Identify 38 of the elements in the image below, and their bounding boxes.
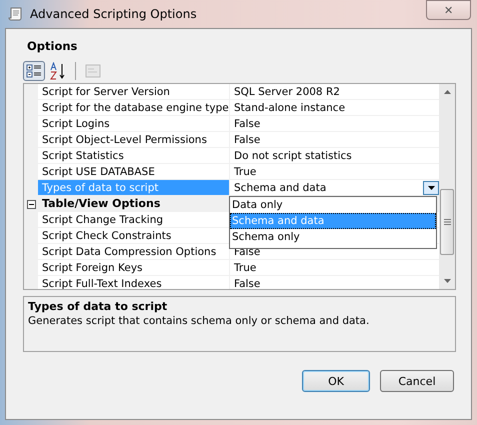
property-value: False	[234, 276, 260, 289]
window-title: Advanced Scripting Options	[30, 7, 197, 21]
scroll-thumb[interactable]	[440, 189, 454, 255]
categorized-button[interactable]	[23, 61, 45, 81]
scrollbar[interactable]	[439, 84, 455, 289]
property-pages-icon	[85, 64, 101, 78]
property-name[interactable]: Script for Server Version	[38, 84, 230, 100]
property-value: False	[234, 116, 260, 132]
categorized-icon	[26, 63, 42, 79]
section-title: Options	[27, 39, 78, 55]
sort-az-icon	[50, 62, 66, 80]
property-value: SQL Server 2008 R2	[234, 84, 340, 100]
property-name[interactable]: Script Data Compression Options	[38, 244, 230, 260]
property-value: Schema and data	[234, 180, 326, 196]
caret-icon	[428, 186, 434, 190]
property-name[interactable]: Script Statistics	[38, 148, 230, 164]
cancel-button[interactable]: Cancel	[380, 370, 454, 392]
property-value: Do not script statistics	[234, 148, 352, 164]
dropdown-option[interactable]: Data only	[230, 197, 436, 213]
property-value: True	[234, 164, 256, 180]
property-name[interactable]: Script Object-Level Permissions	[38, 132, 230, 148]
scroll-icon	[8, 6, 24, 22]
property-name[interactable]: Script Check Constraints	[38, 228, 230, 244]
property-name[interactable]: Script Foreign Keys	[38, 260, 230, 276]
dropdown-option[interactable]: Schema only	[230, 229, 436, 245]
collapse-icon[interactable]	[26, 200, 36, 208]
description-text: Generates script that contains schema only or schema and data.	[28, 315, 370, 327]
ok-button[interactable]: OK	[302, 370, 370, 392]
close-button[interactable]: ✕	[426, 0, 471, 20]
property-name[interactable]: Script USE DATABASE	[38, 164, 230, 180]
property-name[interactable]: Script Logins	[38, 116, 230, 132]
description-title: Types of data to script	[28, 300, 168, 313]
property-value: Stand-alone instance	[234, 100, 346, 116]
property-value: False	[234, 132, 260, 148]
property-value: True	[234, 260, 256, 276]
property-name[interactable]: Script for the database engine type	[38, 100, 230, 116]
dropdown-button[interactable]	[423, 180, 439, 194]
property-name[interactable]: Script Change Tracking	[38, 212, 230, 228]
